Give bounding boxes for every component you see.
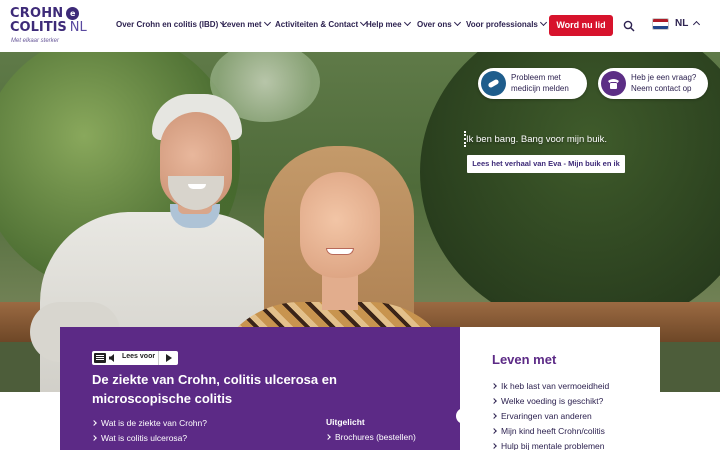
site-header: CROHN e COLITIS NL Met elkaar sterker Over… (0, 0, 720, 52)
quick-link-text: Heb je een vraag? Neem contact op (631, 73, 697, 93)
disease-info-panel: Lees voor De ziekte van Crohn, colitis u… (60, 327, 460, 450)
card-title: Leven met (492, 352, 557, 367)
logo-tagline: Met elkaar sterker (11, 38, 60, 44)
chevron-right-icon (491, 443, 497, 449)
link-vermoeidheid[interactable]: Ik heb last van vermoeidheid (491, 381, 609, 391)
panel-title: De ziekte van Crohn, colitis ulcerosa en… (92, 372, 337, 406)
quick-link-text: Probleem met medicijn melden (511, 73, 569, 93)
search-icon[interactable] (623, 20, 635, 32)
hero-quote: Ik ben bang. Bang voor mijn buik. (466, 134, 608, 145)
language-label: NL (675, 18, 689, 29)
phone-icon (601, 71, 626, 96)
chevron-down-icon (403, 18, 411, 27)
nav-item-activiteiten[interactable]: Activiteiten & Contact (275, 18, 368, 29)
chevron-right-icon (491, 428, 497, 434)
chevron-down-icon (453, 18, 461, 27)
play-icon[interactable] (158, 351, 178, 365)
dutch-flag-icon (652, 18, 669, 30)
speaker-icon (109, 354, 114, 362)
nav-item-leven-met[interactable]: Leven met (222, 18, 271, 29)
join-button[interactable]: Word nu lid (549, 15, 613, 36)
leven-met-card: Leven met Ik heb last van vermoeidheid W… (460, 327, 660, 450)
report-medicine-problem-link[interactable]: Probleem met medicijn melden (478, 68, 587, 99)
chevron-down-icon (263, 18, 271, 27)
chevron-right-icon (91, 435, 97, 441)
read-story-button[interactable]: Lees het verhaal van Eva - Mijn buik en … (467, 155, 625, 173)
read-aloud-label: Lees voor (122, 353, 156, 360)
chevron-up-icon (692, 20, 701, 29)
language-selector[interactable]: NL (652, 18, 704, 32)
link-mentale-problemen[interactable]: Hulp bij mentale problemen (491, 441, 604, 450)
uitgelicht-heading: Uitgelicht (326, 417, 365, 427)
link-ervaringen[interactable]: Ervaringen van anderen (491, 411, 592, 421)
readspeaker-widget[interactable]: Lees voor (92, 351, 178, 365)
menu-icon[interactable] (94, 353, 106, 363)
chevron-right-icon (91, 420, 97, 426)
logo-suffix: NL (69, 20, 87, 35)
chevron-right-icon (491, 398, 497, 404)
logo-text-crohn: CROHN e (10, 6, 80, 21)
contact-link[interactable]: Heb je een vraag? Neem contact op (598, 68, 708, 99)
chevron-right-icon (491, 383, 497, 389)
nav-item-professionals[interactable]: Voor professionals (466, 18, 547, 29)
chevron-right-icon (325, 434, 331, 440)
link-brochures[interactable]: Brochures (bestellen) (325, 432, 416, 442)
chevron-down-icon (539, 18, 547, 27)
pill-icon (481, 71, 506, 96)
link-voeding[interactable]: Welke voeding is geschikt? (491, 396, 603, 406)
chevron-right-icon (491, 413, 497, 419)
site-logo[interactable]: CROHN e COLITIS NL Met elkaar sterker (10, 6, 96, 46)
nav-item-over-ons[interactable]: Over ons (417, 18, 461, 29)
link-what-is-crohn[interactable]: Wat is de ziekte van Crohn? (91, 418, 207, 428)
link-what-is-colitis[interactable]: Wat is colitis ulcerosa? (91, 433, 187, 443)
nav-item-over-crohn[interactable]: Over Crohn en colitis (IBD) (116, 18, 228, 29)
nav-item-help-mee[interactable]: Help mee (366, 18, 411, 29)
logo-text-colitis: COLITIS NL (10, 20, 87, 35)
link-mijn-kind[interactable]: Mijn kind heeft Crohn/colitis (491, 426, 605, 436)
logo-badge: e (66, 7, 80, 20)
